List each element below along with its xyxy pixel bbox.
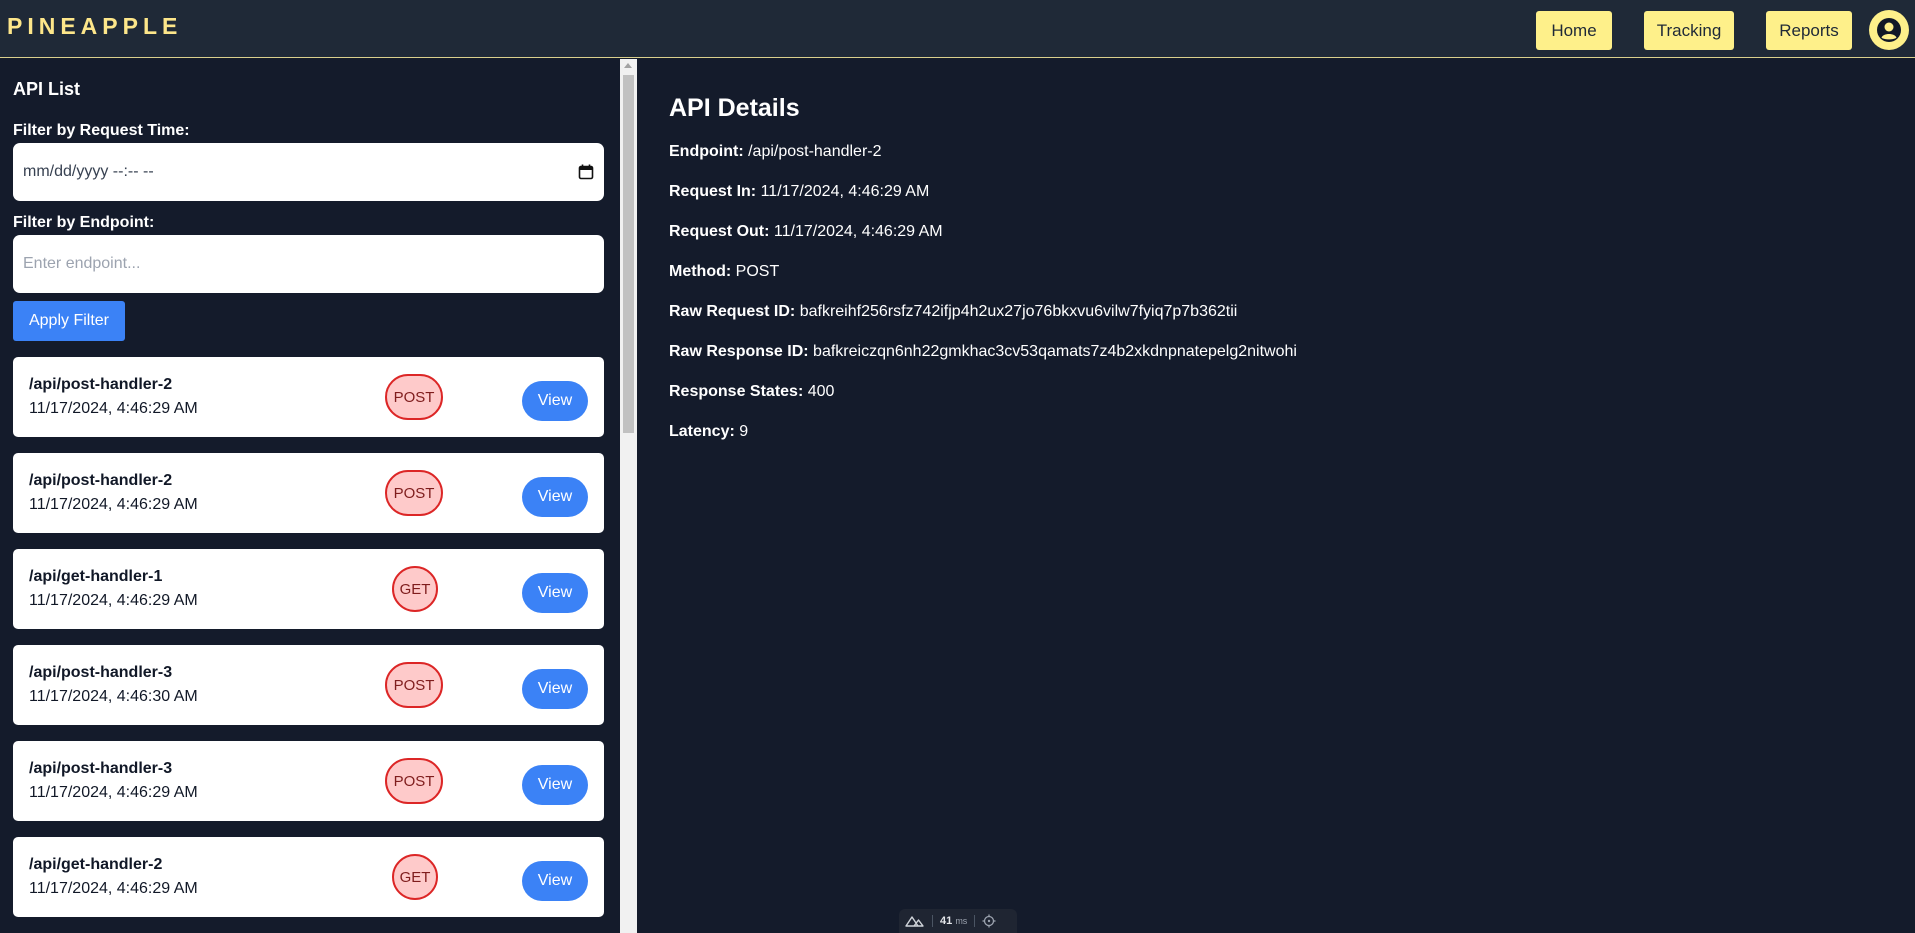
view-button[interactable]: View <box>522 573 588 613</box>
detail-value: bafkreihf256rsfz742ifjp4h2ux27jo76bkxvu6… <box>799 303 1238 320</box>
method-badge: GET <box>392 566 438 612</box>
detail-value: 400 <box>807 383 835 400</box>
view-button[interactable]: View <box>522 861 588 901</box>
method-badge: POST <box>385 758 443 804</box>
detail-key: Latency: <box>669 423 735 440</box>
item-time: 11/17/2024, 4:46:29 AM <box>29 496 198 513</box>
endpoint-placeholder: Enter endpoint... <box>23 255 141 272</box>
item-time: 11/17/2024, 4:46:30 AM <box>29 688 198 705</box>
item-endpoint: /api/get-handler-2 <box>29 856 163 873</box>
nav-tracking-button[interactable]: Tracking <box>1644 11 1734 50</box>
detail-value: POST <box>735 263 780 280</box>
detail-value: /api/post-handler-2 <box>748 143 882 160</box>
crosshair-icon[interactable] <box>982 914 996 928</box>
detail-key: Request Out: <box>669 223 770 240</box>
api-list-item[interactable]: /api/get-handler-1 11/17/2024, 4:46:29 A… <box>13 549 604 629</box>
detail-key: Endpoint: <box>669 143 744 160</box>
method-badge: POST <box>385 662 443 708</box>
sidebar-scrollbar[interactable] <box>620 59 637 933</box>
nav-home-button[interactable]: Home <box>1536 11 1612 50</box>
endpoint-input[interactable]: Enter endpoint... <box>13 235 604 293</box>
scrollbar-thumb[interactable] <box>623 75 634 433</box>
view-button[interactable]: View <box>522 765 588 805</box>
api-details-title: API Details <box>669 94 800 122</box>
detail-key: Raw Response ID: <box>669 343 809 360</box>
render-time-value: 41 <box>940 915 953 927</box>
item-endpoint: /api/post-handler-2 <box>29 472 173 489</box>
api-list-item[interactable]: /api/post-handler-3 11/17/2024, 4:46:30 … <box>13 645 604 725</box>
request-time-value: mm/dd/yyyy --:-- -- <box>23 163 154 180</box>
method-badge: POST <box>385 374 443 420</box>
dev-toolbar[interactable]: 41 ms <box>899 909 1017 933</box>
item-endpoint: /api/post-handler-3 <box>29 664 173 681</box>
toolbar-divider <box>932 915 933 927</box>
detail-key: Method: <box>669 263 732 280</box>
user-circle-icon <box>1877 18 1901 42</box>
item-time: 11/17/2024, 4:46:29 AM <box>29 400 198 417</box>
detail-value: 9 <box>739 423 749 440</box>
framework-logo-icon[interactable] <box>905 915 925 927</box>
api-list-item[interactable]: /api/get-handler-2 11/17/2024, 4:46:29 A… <box>13 837 604 917</box>
view-button[interactable]: View <box>522 669 588 709</box>
detail-key: Request In: <box>669 183 757 200</box>
detail-raw-response-id: Raw Response ID: bafkreiczqn6nh22gmkhac3… <box>669 343 1297 361</box>
detail-latency: Latency: 9 <box>669 423 748 441</box>
api-list-item[interactable]: /api/post-handler-2 11/17/2024, 4:46:29 … <box>13 453 604 533</box>
detail-key: Raw Request ID: <box>669 303 796 320</box>
method-badge: GET <box>392 854 438 900</box>
top-navbar: PINEAPPLE Home Tracking Reports <box>0 0 1915 58</box>
calendar-icon[interactable] <box>578 164 594 180</box>
apply-filter-button[interactable]: Apply Filter <box>13 301 125 341</box>
api-list-item[interactable]: /api/post-handler-2 11/17/2024, 4:46:29 … <box>13 357 604 437</box>
toolbar-divider <box>974 915 976 927</box>
item-time: 11/17/2024, 4:46:29 AM <box>29 784 198 801</box>
view-button[interactable]: View <box>522 477 588 517</box>
api-list-panel: API List Filter by Request Time: mm/dd/y… <box>0 59 620 933</box>
item-endpoint: /api/post-handler-2 <box>29 376 173 393</box>
app-logo[interactable]: PINEAPPLE <box>7 13 182 40</box>
detail-endpoint: Endpoint: /api/post-handler-2 <box>669 143 882 161</box>
item-endpoint: /api/get-handler-1 <box>29 568 163 585</box>
render-time-unit: ms <box>955 916 968 926</box>
detail-raw-request-id: Raw Request ID: bafkreihf256rsfz742ifjp4… <box>669 303 1237 321</box>
detail-response-states: Response States: 400 <box>669 383 834 401</box>
method-badge: POST <box>385 470 443 516</box>
item-endpoint: /api/post-handler-3 <box>29 760 173 777</box>
request-time-input[interactable]: mm/dd/yyyy --:-- -- <box>13 143 604 201</box>
detail-key: Response States: <box>669 383 804 400</box>
filter-time-label: Filter by Request Time: <box>13 122 190 139</box>
detail-request-in: Request In: 11/17/2024, 4:46:29 AM <box>669 183 929 201</box>
detail-value: 11/17/2024, 4:46:29 AM <box>760 183 930 200</box>
view-button[interactable]: View <box>522 381 588 421</box>
api-list-item[interactable]: /api/post-handler-3 11/17/2024, 4:46:29 … <box>13 741 604 821</box>
detail-value: 11/17/2024, 4:46:29 AM <box>773 223 943 240</box>
api-list-title: API List <box>13 79 81 99</box>
detail-method: Method: POST <box>669 263 779 281</box>
detail-request-out: Request Out: 11/17/2024, 4:46:29 AM <box>669 223 943 241</box>
scroll-up-arrow-icon[interactable] <box>624 63 632 68</box>
user-avatar-button[interactable] <box>1869 10 1909 50</box>
item-time: 11/17/2024, 4:46:29 AM <box>29 592 198 609</box>
render-time: 41 ms <box>940 915 967 927</box>
detail-value: bafkreiczqn6nh22gmkhac3cv53qamats7z4b2xk… <box>813 343 1297 360</box>
nav-reports-button[interactable]: Reports <box>1766 11 1852 50</box>
item-time: 11/17/2024, 4:46:29 AM <box>29 880 198 897</box>
filter-endpoint-label: Filter by Endpoint: <box>13 214 155 231</box>
